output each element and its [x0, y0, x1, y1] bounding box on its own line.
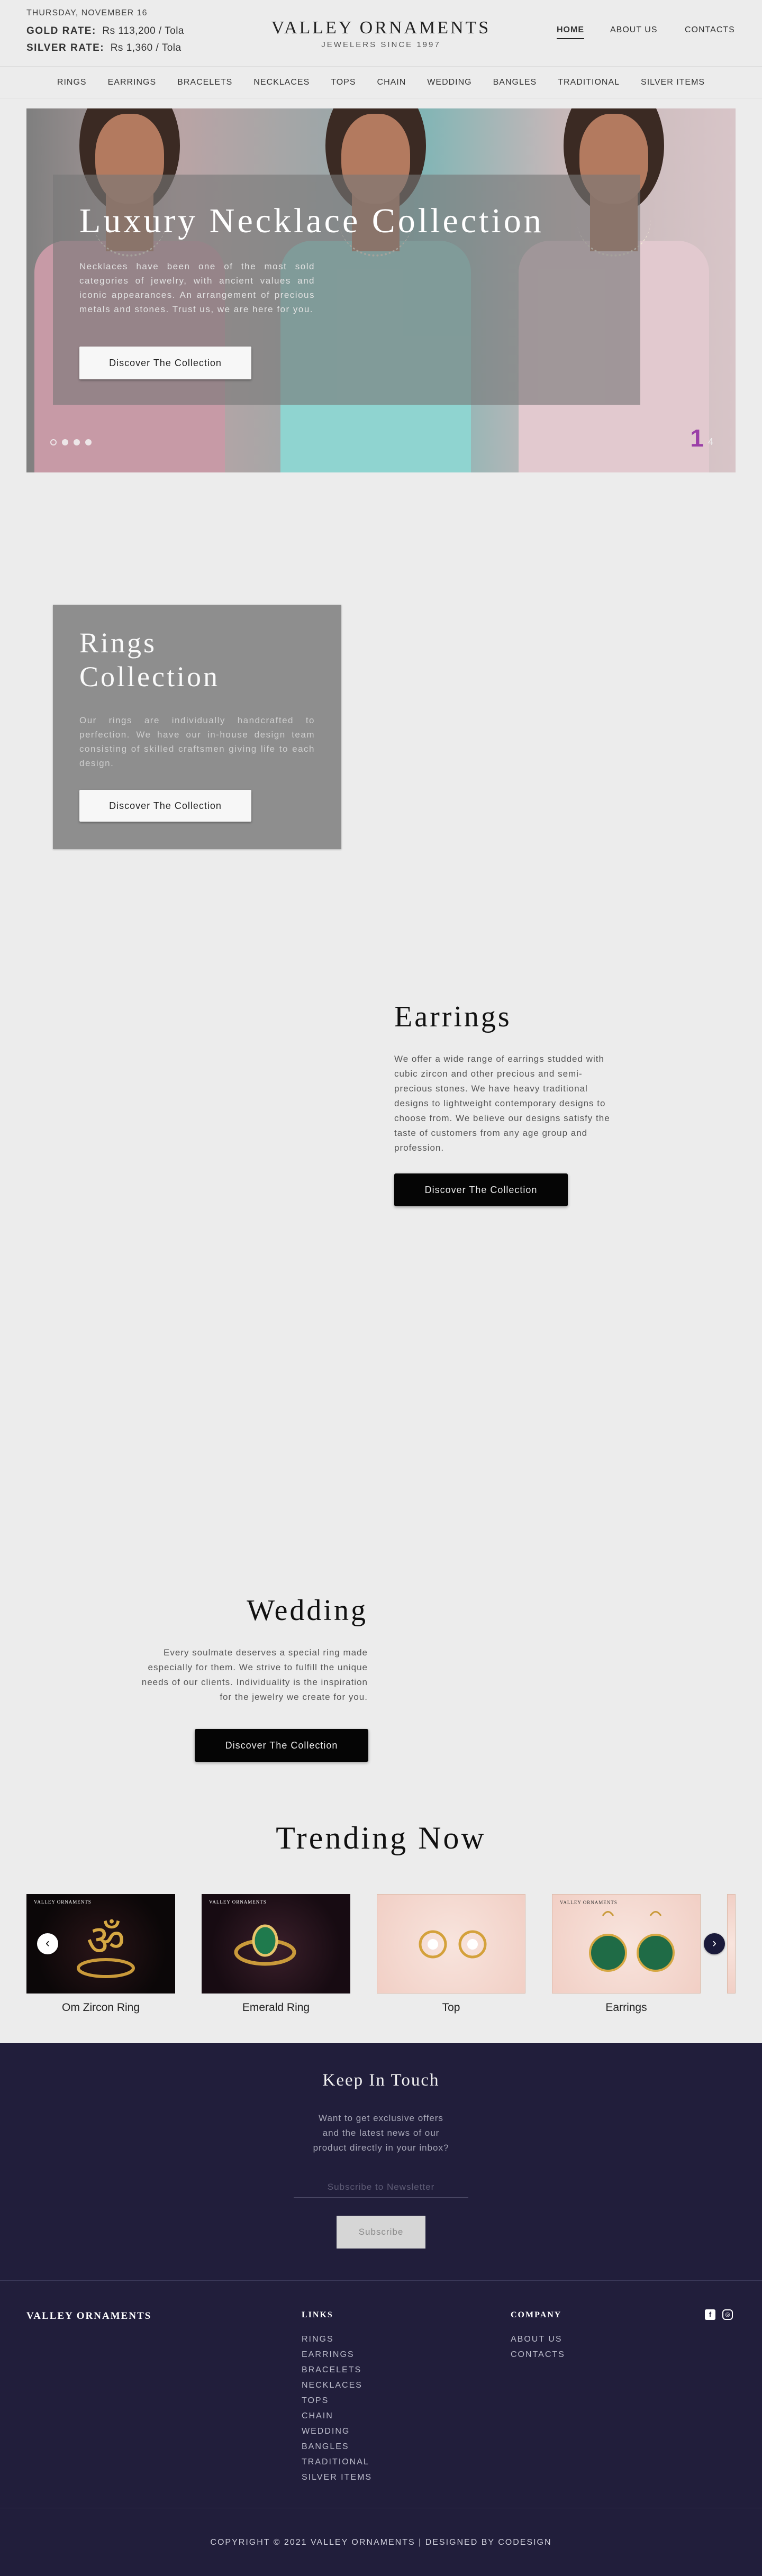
product-image-partial[interactable]	[727, 1894, 736, 1994]
footer-link-earrings[interactable]: EARRINGS	[302, 2347, 372, 2362]
category-traditional[interactable]: TRADITIONAL	[547, 78, 630, 87]
drop-earrings-icon	[589, 1911, 675, 1972]
trending-title: Trending Now	[276, 1821, 486, 1855]
hero-slider: Luxury Necklace Collection Necklaces hav…	[26, 108, 736, 472]
footer-links-heading: LINKS	[302, 2310, 333, 2319]
slider-dot-2[interactable]	[62, 439, 68, 445]
footer-link-about-us[interactable]: ABOUT US	[511, 2332, 565, 2347]
product-label-om-zircon-ring[interactable]: Om Zircon Ring	[26, 2001, 175, 2014]
footer-link-bangles[interactable]: BANGLES	[302, 2439, 372, 2454]
instagram-icon[interactable]: ◎	[722, 2309, 733, 2320]
hero-description: Necklaces have been one of the most sold…	[79, 261, 315, 314]
footer-company-heading: COMPANY	[511, 2310, 562, 2319]
facebook-icon[interactable]: f	[705, 2309, 715, 2320]
rings-collection-card: Rings Collection Our rings are individua…	[53, 605, 341, 849]
subscribe-button[interactable]: Subscribe	[337, 2216, 425, 2249]
footer-link-traditional[interactable]: TRADITIONAL	[302, 2454, 372, 2470]
earrings-title: Earrings	[394, 1000, 512, 1033]
category-earrings[interactable]: EARRINGS	[97, 78, 167, 87]
carousel-next-arrow-icon[interactable]: ›	[704, 1933, 725, 1954]
wedding-description: Every soulmate deserves a special ring m…	[141, 1647, 368, 1702]
product-label-emerald-ring[interactable]: Emerald Ring	[202, 2001, 350, 2014]
newsletter-title: Keep In Touch	[322, 2071, 440, 2090]
slider-dot-4[interactable]	[85, 439, 92, 445]
wedding-section: Wedding Every soulmate deserves a specia…	[138, 1594, 368, 1762]
product-image-emerald-ring[interactable]: VALLEY ORNAMENTS	[202, 1894, 350, 1994]
footer-links-list: RINGS EARRINGS BRACELETS NECKLACES TOPS …	[302, 2332, 372, 2485]
hero-caption-card: Luxury Necklace Collection Necklaces hav…	[53, 175, 640, 405]
nav-home[interactable]: HOME	[557, 25, 584, 39]
site-footer: VALLEY ORNAMENTS LINKS RINGS EARRINGS BR…	[0, 2280, 762, 2576]
newsletter-description: Want to get exclusive offers and the lat…	[313, 2113, 449, 2153]
svg-text:ॐ: ॐ	[87, 1916, 125, 1965]
newsletter-section: Keep In Touch Want to get exclusive offe…	[0, 2043, 762, 2280]
category-chain[interactable]: CHAIN	[367, 78, 417, 87]
site-tagline: JEWELERS SINCE 1997	[321, 40, 441, 49]
product-label-top[interactable]: Top	[377, 2001, 525, 2014]
product-label-earrings[interactable]: Earrings	[552, 2001, 701, 2014]
category-tops[interactable]: TOPS	[320, 78, 366, 87]
category-bracelets[interactable]: BRACELETS	[167, 78, 243, 87]
slider-dot-3[interactable]	[74, 439, 80, 445]
category-necklaces[interactable]: NECKLACES	[243, 78, 320, 87]
earrings-description: We offer a wide range of earrings studde…	[394, 1054, 610, 1153]
hero-discover-button[interactable]: Discover The Collection	[79, 347, 251, 379]
footer-brand[interactable]: VALLEY ORNAMENTS	[26, 2310, 151, 2322]
wedding-discover-button[interactable]: Discover The Collection	[195, 1729, 368, 1762]
product-image-top[interactable]	[377, 1894, 525, 1994]
footer-link-silver-items[interactable]: SILVER ITEMS	[302, 2470, 372, 2485]
category-wedding[interactable]: WEDDING	[416, 78, 482, 87]
current-date: THURSDAY, NOVEMBER 16	[26, 8, 148, 17]
slide-count: 4	[707, 436, 713, 447]
category-nav: RINGS EARRINGS BRACELETS NECKLACES TOPS …	[0, 67, 762, 98]
card-brand-logo: VALLEY ORNAMENTS	[209, 1899, 267, 1905]
rings-title: Rings Collection	[79, 627, 220, 693]
newsletter-email-input[interactable]	[294, 2177, 468, 2198]
footer-link-necklaces[interactable]: NECKLACES	[302, 2378, 372, 2393]
card-brand-logo: VALLEY ORNAMENTS	[560, 1900, 618, 1905]
carousel-prev-arrow-icon[interactable]: ‹	[37, 1933, 58, 1954]
category-rings[interactable]: RINGS	[47, 78, 97, 87]
wedding-title: Wedding	[247, 1594, 368, 1627]
slider-dots	[50, 439, 92, 445]
site-header: THURSDAY, NOVEMBER 16 GOLD RATE: Rs 113,…	[0, 0, 762, 67]
nav-contacts[interactable]: CONTACTS	[685, 25, 735, 35]
hero-title: Luxury Necklace Collection	[79, 202, 544, 240]
earrings-section: Earrings We offer a wide range of earrin…	[394, 1000, 611, 1206]
footer-link-chain[interactable]: CHAIN	[302, 2408, 372, 2424]
footer-link-rings[interactable]: RINGS	[302, 2332, 372, 2347]
footer-company-list: ABOUT US CONTACTS	[511, 2332, 565, 2362]
category-bangles[interactable]: BANGLES	[483, 78, 548, 87]
footer-link-wedding[interactable]: WEDDING	[302, 2424, 372, 2439]
rings-discover-button[interactable]: Discover The Collection	[79, 790, 251, 822]
emerald-ring-icon	[234, 1924, 296, 1966]
earrings-discover-button[interactable]: Discover The Collection	[394, 1173, 568, 1206]
copyright-text: COPYRIGHT © 2021 VALLEY ORNAMENTS | DESI…	[210, 2538, 552, 2547]
rings-description: Our rings are individually handcrafted t…	[79, 715, 315, 768]
slide-number: 1	[690, 424, 704, 452]
footer-link-tops[interactable]: TOPS	[302, 2393, 372, 2408]
footer-link-contacts[interactable]: CONTACTS	[511, 2347, 565, 2362]
footer-link-bracelets[interactable]: BRACELETS	[302, 2362, 372, 2378]
slider-dot-1[interactable]	[50, 439, 57, 445]
category-silver-items[interactable]: SILVER ITEMS	[630, 78, 715, 87]
product-image-earrings[interactable]: VALLEY ORNAMENTS	[552, 1894, 701, 1994]
card-brand-logo: VALLEY ORNAMENTS	[34, 1899, 92, 1905]
nav-about-us[interactable]: ABOUT US	[610, 25, 658, 35]
stud-earrings-icon	[419, 1930, 487, 1959]
